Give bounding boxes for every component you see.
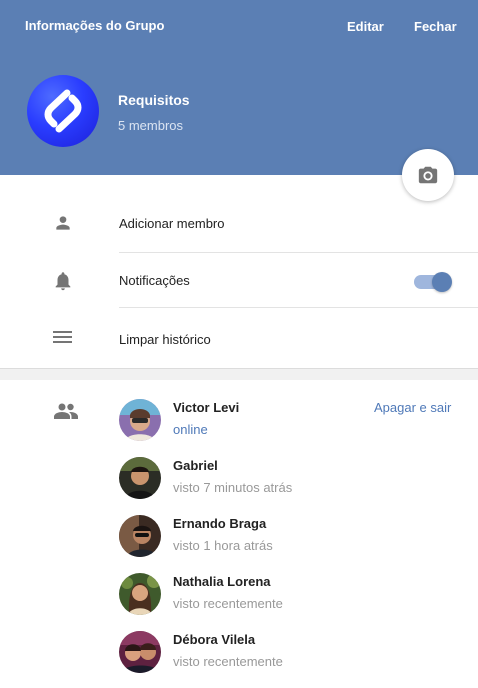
group-icon [54,403,78,419]
add-member-label: Adicionar membro [119,216,225,231]
close-button[interactable]: Fechar [414,19,457,34]
member-item[interactable]: Victor Levi online [119,399,459,443]
notifications-toggle[interactable] [414,272,452,292]
header-title: Informações do Grupo [25,18,165,33]
notifications-label: Notificações [119,273,190,288]
member-name: Victor Levi [173,400,240,415]
change-photo-button[interactable] [402,149,454,201]
member-item[interactable]: Débora Vilela visto recentemente [119,631,459,675]
bell-icon [55,272,71,291]
menu-lines-icon [53,331,72,343]
member-item[interactable]: Ernando Braga visto 1 hora atrás [119,515,459,559]
member-item[interactable]: Gabriel visto 7 minutos atrás [119,457,459,501]
group-avatar[interactable] [27,75,99,147]
clear-history-label: Limpar histórico [119,332,211,347]
member-status: visto 7 minutos atrás [173,480,293,495]
member-name: Débora Vilela [173,632,256,647]
avatar [119,457,161,499]
group-info-header: Informações do Grupo Editar Fechar Requi… [0,0,478,175]
avatar [119,631,161,673]
camera-icon [418,166,438,184]
clear-history-row[interactable]: Limpar histórico [0,308,478,368]
avatar [119,399,161,441]
person-icon [56,216,70,230]
group-member-count: 5 membros [118,118,184,133]
edit-button[interactable]: Editar [347,19,384,34]
avatar [119,573,161,615]
group-name: Requisitos [118,92,190,108]
member-status: visto recentemente [173,654,283,669]
member-status: visto 1 hora atrás [173,538,273,553]
member-status: online [173,422,208,437]
toggle-thumb [432,272,452,292]
member-name: Nathalia Lorena [173,574,271,589]
section-separator [0,368,478,380]
member-item[interactable]: Nathalia Lorena visto recentemente [119,573,459,617]
shazam-logo-icon [44,89,82,133]
notifications-row[interactable]: Notificações [0,253,478,307]
member-name: Gabriel [173,458,218,473]
add-member-row[interactable]: Adicionar membro [0,196,478,252]
member-name: Ernando Braga [173,516,267,531]
avatar [119,515,161,557]
member-status: visto recentemente [173,596,283,611]
